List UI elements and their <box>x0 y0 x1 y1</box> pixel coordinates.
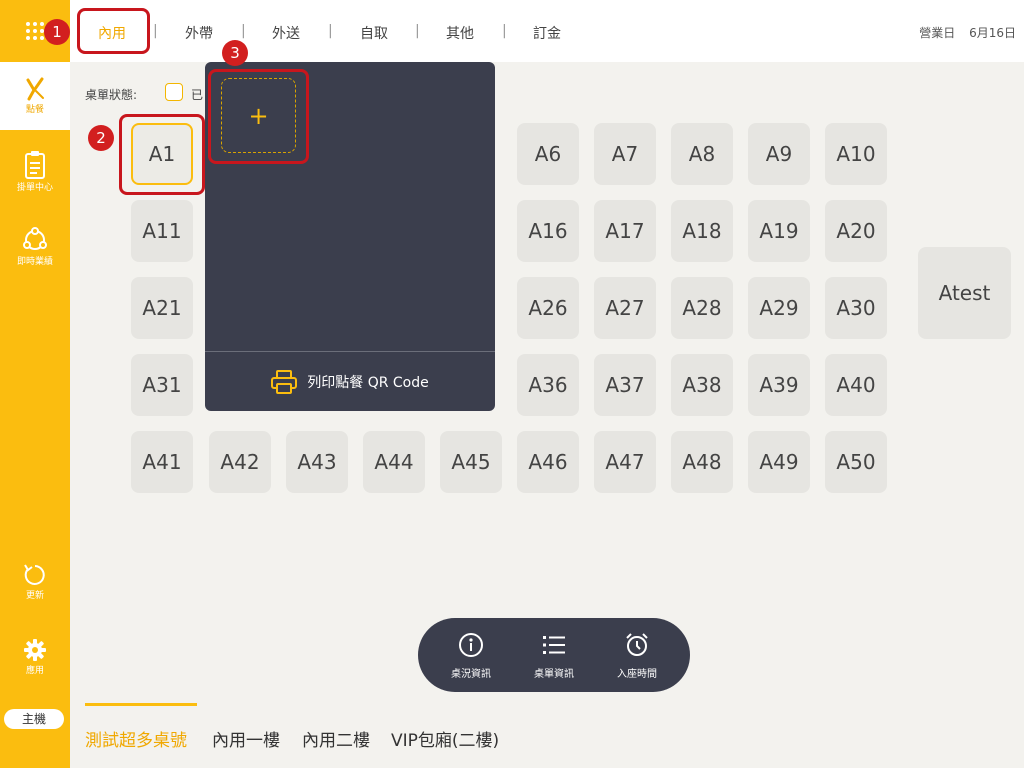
table-tile[interactable]: A11 <box>131 200 193 262</box>
alarm-clock-icon <box>626 633 648 656</box>
tab-other[interactable]: 其他 <box>446 23 474 43</box>
floor-tab-dine-in-1f[interactable]: 內用一樓 <box>212 726 280 751</box>
sidebar-item-label: 掛單中心 <box>16 183 53 193</box>
floor-tab-dine-in-2f[interactable]: 內用二樓 <box>302 726 370 751</box>
table-tile[interactable]: A6 <box>517 123 579 185</box>
table-tile[interactable]: A36 <box>517 354 579 416</box>
table-tile[interactable]: A41 <box>131 431 193 493</box>
table-tile-atest[interactable]: Atest <box>918 247 1011 339</box>
sidebar-item-label: 更新 <box>25 591 44 601</box>
table-tile[interactable]: A37 <box>594 354 656 416</box>
seating-time-button[interactable]: 入座時間 <box>602 632 672 681</box>
table-tile[interactable]: A39 <box>748 354 810 416</box>
tab-separator: | <box>241 23 246 39</box>
table-tile[interactable]: A38 <box>671 354 733 416</box>
callout-highlight-add-order <box>208 69 309 164</box>
sidebar-item-pending-orders[interactable]: 掛單中心 <box>0 150 70 194</box>
realtime-icon <box>23 227 47 250</box>
table-tile[interactable]: A48 <box>671 431 733 493</box>
info-icon <box>459 633 483 657</box>
callout-highlight-table-a1 <box>119 114 205 195</box>
tab-separator: | <box>153 23 158 39</box>
table-status-info-button[interactable]: 桌況資訊 <box>436 632 506 681</box>
floor-tab-vip-room[interactable]: VIP包廂(二樓) <box>391 726 499 751</box>
printer-icon <box>271 369 298 394</box>
table-tile[interactable]: A21 <box>131 277 193 339</box>
table-tile[interactable]: A31 <box>131 354 193 416</box>
action-label: 桌況資訊 <box>451 669 491 680</box>
table-tile[interactable]: A18 <box>671 200 733 262</box>
callout-badge: 3 <box>222 40 248 66</box>
table-tile[interactable]: A9 <box>748 123 810 185</box>
callout-badge: 1 <box>44 19 70 45</box>
table-tile[interactable]: A20 <box>825 200 887 262</box>
floor-tab-test-many-tables[interactable]: 測試超多桌號 <box>85 726 187 751</box>
table-tile[interactable]: A45 <box>440 431 502 493</box>
table-tile[interactable]: A40 <box>825 354 887 416</box>
table-tile[interactable]: A29 <box>748 277 810 339</box>
table-tile[interactable]: A26 <box>517 277 579 339</box>
refresh-icon <box>24 564 45 585</box>
order-icon <box>26 77 44 101</box>
callout-badge: 2 <box>88 125 114 151</box>
list-icon <box>543 636 565 654</box>
table-tile[interactable]: A28 <box>671 277 733 339</box>
sidebar-item-label: 即時業績 <box>16 257 53 267</box>
grid-menu-icon <box>26 22 44 40</box>
sidebar-item-realtime-sales[interactable]: 即時業績 <box>0 226 70 268</box>
table-tile[interactable]: A27 <box>594 277 656 339</box>
clipboard-icon <box>25 151 45 179</box>
table-tile[interactable]: A44 <box>363 431 425 493</box>
action-label: 入座時間 <box>617 669 657 680</box>
top-bar: 內用 | 外帶 | 外送 | 自取 | 其他 | 訂金 營業日 6月16日 <box>70 0 1024 62</box>
table-tile[interactable]: A43 <box>286 431 348 493</box>
sidebar-item-refresh[interactable]: 更新 <box>0 562 70 602</box>
sidebar-item-label: 點餐 <box>25 105 44 115</box>
tab-pickup[interactable]: 自取 <box>360 23 388 43</box>
print-qr-code-button[interactable]: 列印點餐 QR Code <box>205 352 495 411</box>
tab-separator: | <box>328 23 333 39</box>
table-tile[interactable]: A46 <box>517 431 579 493</box>
table-tile[interactable]: A50 <box>825 431 887 493</box>
sidebar: 點餐 掛單中心 即時業績 更新 應用 主機 <box>0 0 70 768</box>
status-label: 桌單狀態: <box>85 88 138 102</box>
table-tile[interactable]: A30 <box>825 277 887 339</box>
table-tile[interactable]: A17 <box>594 200 656 262</box>
business-day-date: 6月16日 <box>969 26 1016 40</box>
tab-separator: | <box>415 23 420 39</box>
table-tile[interactable]: A16 <box>517 200 579 262</box>
sidebar-item-apps[interactable]: 應用 <box>0 637 70 677</box>
table-order-info-button[interactable]: 桌單資訊 <box>519 632 589 681</box>
table-tile[interactable]: A10 <box>825 123 887 185</box>
gear-icon <box>24 639 46 661</box>
business-day: 營業日 6月16日 <box>919 24 1016 41</box>
table-tile[interactable]: A19 <box>748 200 810 262</box>
tab-deposit[interactable]: 訂金 <box>533 23 561 43</box>
table-tile[interactable]: A49 <box>748 431 810 493</box>
table-tile[interactable]: A8 <box>671 123 733 185</box>
print-qr-code-label: 列印點餐 QR Code <box>307 374 429 391</box>
action-label: 桌單資訊 <box>534 669 574 680</box>
status-filter-checkbox[interactable] <box>165 83 183 101</box>
table-tile[interactable]: A47 <box>594 431 656 493</box>
bottom-action-bar: 桌況資訊 桌單資訊 入座時間 <box>418 618 690 692</box>
business-day-label: 營業日 <box>919 26 956 40</box>
sidebar-item-label: 應用 <box>25 666 44 676</box>
sidebar-item-order[interactable]: 點餐 <box>0 62 70 130</box>
callout-highlight-dine-in-tab <box>77 8 150 54</box>
floor-tab-indicator <box>85 703 197 706</box>
tab-takeout[interactable]: 外帶 <box>185 23 213 43</box>
table-tile[interactable]: A42 <box>209 431 271 493</box>
table-tile[interactable]: A7 <box>594 123 656 185</box>
tab-delivery[interactable]: 外送 <box>272 23 300 43</box>
status-filter-text: 已 <box>191 88 204 102</box>
tab-separator: | <box>502 23 507 39</box>
host-badge[interactable]: 主機 <box>4 709 64 729</box>
